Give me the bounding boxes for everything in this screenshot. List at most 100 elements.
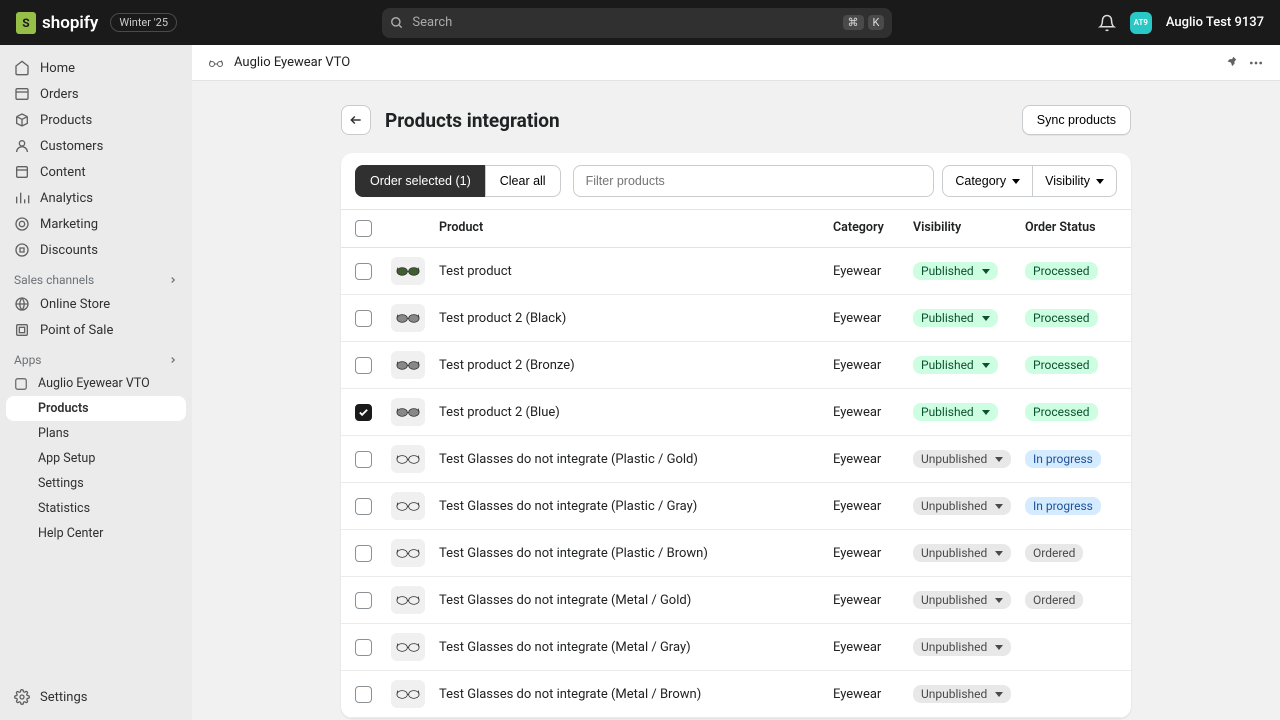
col-status: Order Status xyxy=(1025,220,1117,237)
row-checkbox[interactable] xyxy=(355,357,372,374)
nav-icon xyxy=(14,60,30,76)
row-checkbox[interactable] xyxy=(355,498,372,515)
table-row: Test Glasses do not integrate (Metal / G… xyxy=(341,624,1131,671)
row-checkbox[interactable] xyxy=(355,686,372,703)
sidebar-item-customers[interactable]: Customers xyxy=(0,133,192,159)
category-dropdown[interactable]: Category xyxy=(942,165,1033,197)
product-category: Eyewear xyxy=(833,311,913,326)
row-checkbox[interactable] xyxy=(355,592,372,609)
sidebar-sales-1[interactable]: Point of Sale xyxy=(0,317,192,343)
visibility-badge[interactable]: Published xyxy=(913,309,998,327)
product-name[interactable]: Test Glasses do not integrate (Plastic /… xyxy=(439,452,833,467)
clear-all-button[interactable]: Clear all xyxy=(485,165,561,197)
sales-channels-header[interactable]: Sales channels xyxy=(0,263,192,291)
caret-down-icon xyxy=(995,551,1003,556)
sidebar-item-analytics[interactable]: Analytics xyxy=(0,185,192,211)
row-checkbox[interactable] xyxy=(355,451,372,468)
visibility-badge[interactable]: Unpublished xyxy=(913,544,1011,562)
visibility-badge[interactable]: Published xyxy=(913,262,998,280)
caret-down-icon xyxy=(995,692,1003,697)
products-card: Order selected (1) Clear all Category Vi… xyxy=(341,153,1131,718)
product-name[interactable]: Test Glasses do not integrate (Metal / G… xyxy=(439,640,833,655)
product-name[interactable]: Test Glasses do not integrate (Metal / B… xyxy=(439,687,833,702)
sidebar-appsub-4[interactable]: Statistics xyxy=(0,496,192,521)
product-name[interactable]: Test product 2 (Black) xyxy=(439,311,833,326)
col-visibility: Visibility xyxy=(913,220,1025,237)
glasses-icon xyxy=(208,57,224,69)
visibility-badge[interactable]: Published xyxy=(913,403,998,421)
table-row: Test Glasses do not integrate (Metal / G… xyxy=(341,577,1131,624)
visibility-badge[interactable]: Unpublished xyxy=(913,591,1011,609)
product-name[interactable]: Test product 2 (Bronze) xyxy=(439,358,833,373)
app-icon xyxy=(14,377,28,391)
apps-header[interactable]: Apps xyxy=(0,343,192,371)
filter-input[interactable] xyxy=(573,165,935,197)
visibility-dropdown[interactable]: Visibility xyxy=(1033,165,1117,197)
row-checkbox[interactable] xyxy=(355,545,372,562)
product-category: Eyewear xyxy=(833,452,913,467)
visibility-badge[interactable]: Unpublished xyxy=(913,497,1011,515)
select-all-checkbox[interactable] xyxy=(355,220,372,237)
nav-icon xyxy=(14,322,30,338)
row-checkbox[interactable] xyxy=(355,263,372,280)
bell-icon[interactable] xyxy=(1098,14,1116,32)
sidebar-appsub-1[interactable]: Plans xyxy=(0,421,192,446)
visibility-badge[interactable]: Unpublished xyxy=(913,450,1011,468)
product-thumbnail xyxy=(391,680,425,708)
status-badge: Ordered xyxy=(1025,591,1083,609)
pin-icon[interactable] xyxy=(1224,55,1238,69)
visibility-badge[interactable]: Unpublished xyxy=(913,638,1011,656)
product-category: Eyewear xyxy=(833,499,913,514)
sidebar-appsub-2[interactable]: App Setup xyxy=(0,446,192,471)
product-name[interactable]: Test Glasses do not integrate (Plastic /… xyxy=(439,546,833,561)
status-badge: Ordered xyxy=(1025,544,1083,562)
visibility-badge[interactable]: Published xyxy=(913,356,998,374)
sidebar-item-orders[interactable]: Orders xyxy=(0,81,192,107)
sidebar-appsub-3[interactable]: Settings xyxy=(0,471,192,496)
caret-down-icon xyxy=(982,316,990,321)
product-name[interactable]: Test product 2 (Blue) xyxy=(439,405,833,420)
sidebar-app-auglio[interactable]: Auglio Eyewear VTO xyxy=(0,371,192,396)
table-row: Test Glasses do not integrate (Plastic /… xyxy=(341,530,1131,577)
product-name[interactable]: Test Glasses do not integrate (Metal / G… xyxy=(439,593,833,608)
table-row: Test Glasses do not integrate (Plastic /… xyxy=(341,483,1131,530)
sidebar-item-content[interactable]: Content xyxy=(0,159,192,185)
sidebar-appsub-5[interactable]: Help Center xyxy=(0,521,192,546)
row-checkbox[interactable] xyxy=(355,639,372,656)
visibility-badge[interactable]: Unpublished xyxy=(913,685,1011,703)
row-checkbox[interactable] xyxy=(355,310,372,327)
sidebar-item-marketing[interactable]: Marketing xyxy=(0,211,192,237)
arrow-left-icon xyxy=(349,113,363,127)
back-button[interactable] xyxy=(341,105,371,135)
nav-icon xyxy=(14,164,30,180)
table-header: Product Category Visibility Order Status xyxy=(341,209,1131,248)
product-name[interactable]: Test Glasses do not integrate (Plastic /… xyxy=(439,499,833,514)
logo[interactable]: shopify xyxy=(16,12,98,34)
order-selected-button[interactable]: Order selected (1) xyxy=(355,165,486,197)
sync-products-button[interactable]: Sync products xyxy=(1022,105,1131,135)
sidebar-appsub-0[interactable]: Products xyxy=(6,396,186,421)
sidebar-item-products[interactable]: Products xyxy=(0,107,192,133)
status-badge: Processed xyxy=(1025,356,1098,374)
sidebar-item-home[interactable]: Home xyxy=(0,55,192,81)
status-badge: In progress xyxy=(1025,450,1101,468)
sidebar-sales-0[interactable]: Online Store xyxy=(0,291,192,317)
product-category: Eyewear xyxy=(833,593,913,608)
row-checkbox[interactable] xyxy=(355,404,372,421)
search-input[interactable]: Search ⌘ K xyxy=(382,8,892,38)
sidebar-settings[interactable]: Settings xyxy=(0,684,192,710)
product-thumbnail xyxy=(391,257,425,285)
topbar: shopify Winter '25 Search ⌘ K AT9 Auglio… xyxy=(0,0,1280,45)
caret-down-icon xyxy=(982,269,990,274)
more-icon[interactable] xyxy=(1248,55,1264,71)
winter-badge[interactable]: Winter '25 xyxy=(110,13,177,32)
sidebar-item-discounts[interactable]: Discounts xyxy=(0,237,192,263)
product-thumbnail xyxy=(391,539,425,567)
nav-icon xyxy=(14,86,30,102)
page-title: Products integration xyxy=(385,109,560,132)
avatar[interactable]: AT9 xyxy=(1130,12,1152,34)
product-name[interactable]: Test product xyxy=(439,264,833,279)
user-name[interactable]: Auglio Test 9137 xyxy=(1166,15,1264,30)
product-category: Eyewear xyxy=(833,358,913,373)
brand-name: shopify xyxy=(42,13,98,33)
